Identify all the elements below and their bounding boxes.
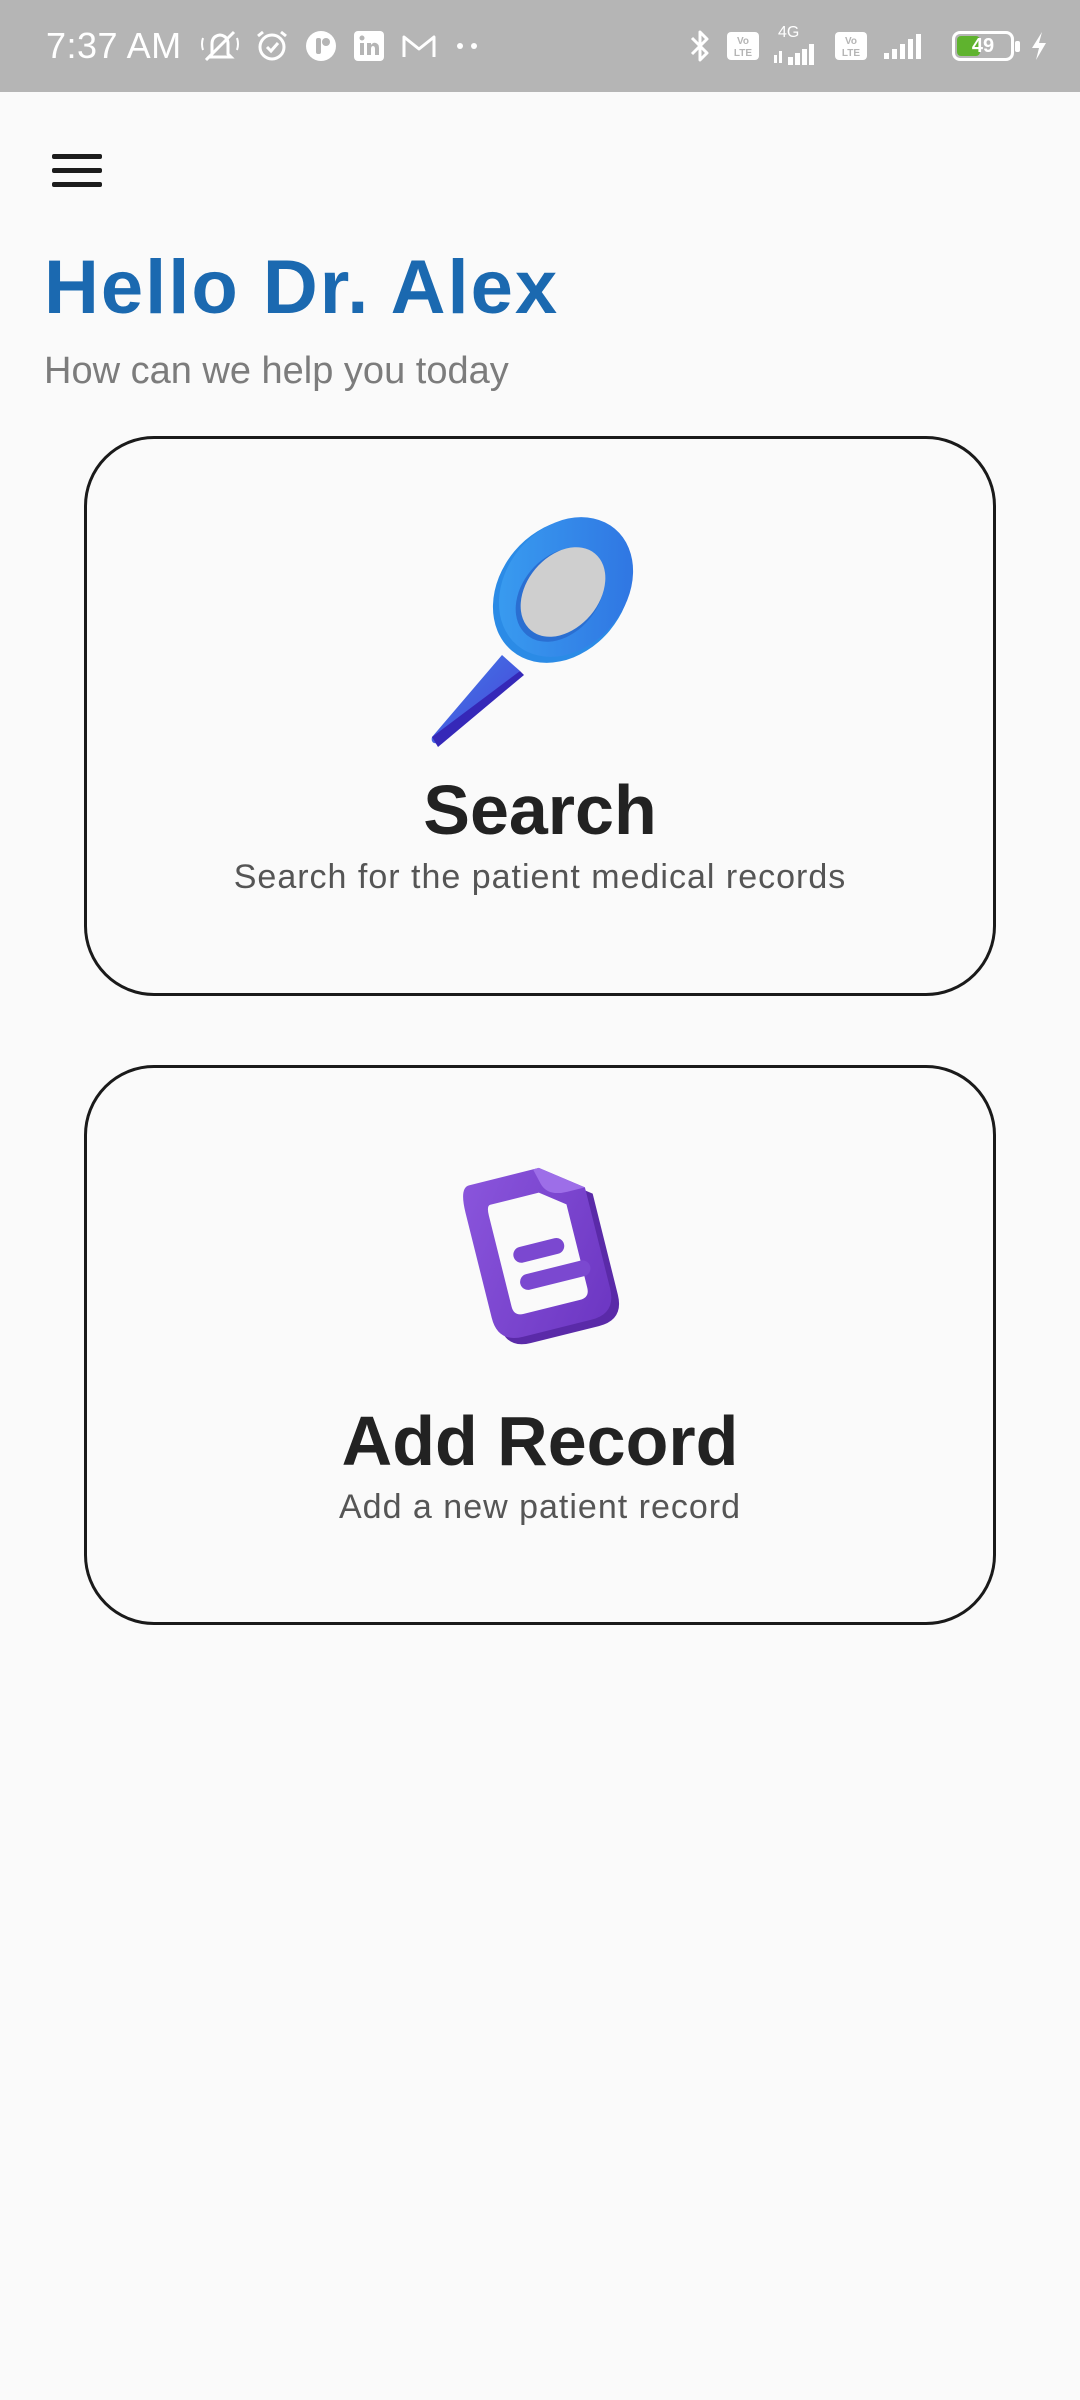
hamburger-menu-icon[interactable]	[40, 140, 116, 200]
network-type-label: 4G	[778, 24, 800, 41]
status-time: 7:37 AM	[46, 25, 182, 66]
battery-level: 49	[971, 34, 995, 57]
page-subtitle: How can we help you today	[44, 350, 509, 392]
signal-icon	[882, 31, 932, 61]
search-card-description: Search for the patient medical records	[233, 858, 847, 896]
volte-icon-2: Vo LTE	[834, 31, 868, 61]
bluetooth-icon	[688, 27, 712, 65]
signal-4g-icon: 4G	[774, 25, 820, 67]
mute-icon	[200, 28, 240, 64]
alarm-icon	[254, 28, 290, 64]
battery-cap	[1015, 41, 1020, 52]
svg-text:LTE: LTE	[734, 48, 752, 59]
record-tag-icon	[440, 1142, 640, 1357]
status-right: Vo LTE 4G Vo LTE 49	[688, 25, 1050, 67]
search-card[interactable]: Search Search for the patient medical re…	[84, 436, 996, 996]
add-record-card-description: Add a new patient record	[338, 1488, 742, 1526]
linkedin-icon	[352, 29, 386, 63]
svg-text:Vo: Vo	[845, 36, 857, 47]
page-title: Hello Dr. Alex	[44, 245, 560, 330]
add-record-card[interactable]: Add Record Add a new patient record	[84, 1065, 996, 1625]
svg-text:LTE: LTE	[842, 48, 860, 59]
more-dots-icon	[452, 40, 482, 52]
svg-text:Vo: Vo	[737, 36, 749, 47]
status-left: 7:37 AM	[46, 25, 688, 67]
add-record-card-title: Add Record	[341, 1402, 739, 1480]
gmail-icon	[400, 31, 438, 61]
status-bar: 7:37 AM Vo LTE 4G Vo LTE 49	[0, 0, 1080, 92]
menu-line	[52, 153, 102, 159]
menu-line	[52, 167, 102, 173]
volte-icon: Vo LTE	[726, 31, 760, 61]
search-card-title: Search	[423, 771, 657, 849]
magnifier-icon	[420, 505, 660, 760]
menu-line	[52, 181, 102, 187]
charging-icon	[1028, 30, 1050, 62]
app-icon	[304, 29, 338, 63]
battery-icon: 49	[952, 31, 1020, 61]
